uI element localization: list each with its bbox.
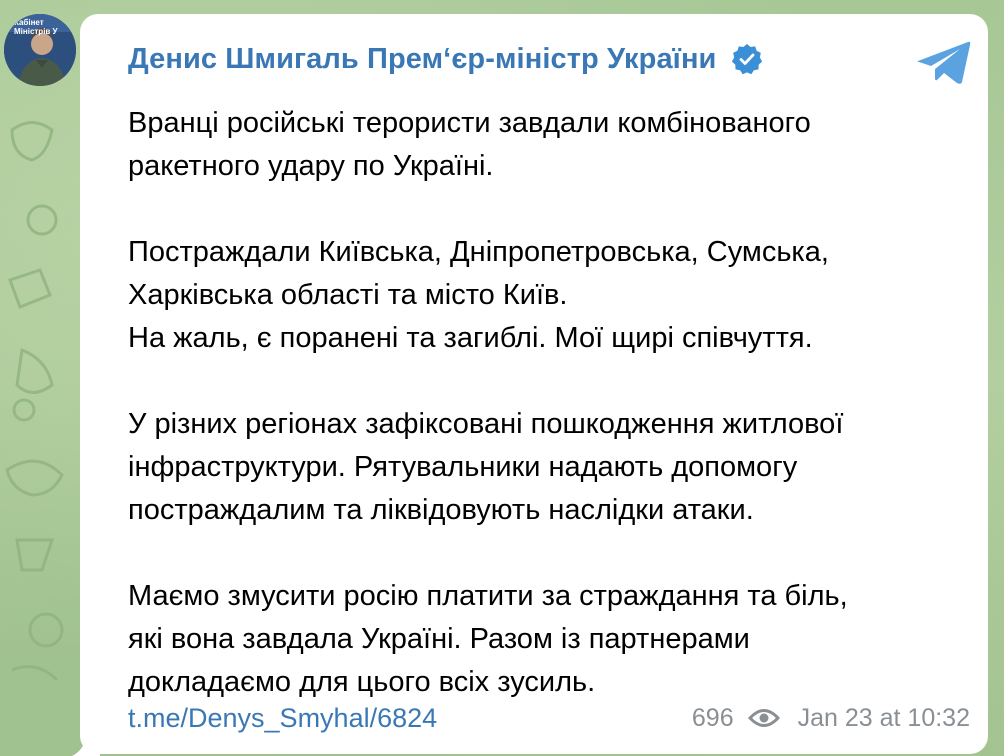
message-meta: 696 Jan 23 at 10:32 [692, 704, 970, 733]
message-timestamp: Jan 23 at 10:32 [797, 703, 970, 732]
background-doodle-icon [5, 121, 64, 682]
message-bubble: Денис Шмигаль Прем‘єр-міністр України Вр… [80, 14, 988, 754]
message-line: У різних регіонах зафіксовані пошкодженн… [128, 408, 844, 440]
message-line: які вона завдала Україні. Разом із партн… [128, 623, 750, 655]
message-line: Маємо змусити росію платити за стражданн… [128, 580, 848, 612]
avatar-banner-line: Міністрів У [14, 27, 58, 36]
post-link[interactable]: t.me/Denys_Smyhal/6824 [128, 703, 437, 734]
message-line: інфраструктури. Рятувальники надають доп… [128, 451, 798, 483]
message-line: На жаль, є поранені та загиблі. Мої щирі… [128, 322, 813, 354]
message-footer: t.me/Denys_Smyhal/6824 696 Jan 23 at 10:… [128, 698, 970, 738]
message-text: Вранці російські терористи завдали комбі… [128, 102, 978, 747]
message-paragraph: Вранці російські терористи завдали комбі… [128, 102, 978, 188]
sender-name[interactable]: Денис Шмигаль Прем‘єр-міністр України [128, 43, 717, 76]
avatar-banner-line: Кабінет [14, 18, 44, 27]
message-paragraph: Постраждали Київська, Дніпропетровська, … [128, 231, 978, 360]
message-line: Вранці російські терористи завдали комбі… [128, 107, 811, 139]
view-count: 696 [691, 703, 734, 732]
message-paragraph: У різних регіонах зафіксовані пошкодженн… [128, 403, 978, 532]
message-line: ракетного удару по Україні. [128, 150, 494, 182]
avatar-banner: Кабінет Міністрів У [14, 18, 58, 36]
eye-icon [747, 709, 780, 727]
message-line: Харківська області та місто Київ. [128, 279, 568, 311]
message-line: постраждалим та ліквідовують наслідки ат… [128, 494, 754, 526]
message-header: Денис Шмигаль Прем‘єр-міністр України [128, 42, 763, 76]
channel-avatar[interactable]: Кабінет Міністрів У [4, 14, 76, 86]
message-line: Постраждали Київська, Дніпропетровська, … [128, 236, 829, 268]
verified-badge-icon [731, 44, 762, 75]
telegram-share-icon[interactable] [916, 40, 972, 86]
message-paragraph: Маємо змусити росію платити за стражданн… [128, 575, 978, 704]
